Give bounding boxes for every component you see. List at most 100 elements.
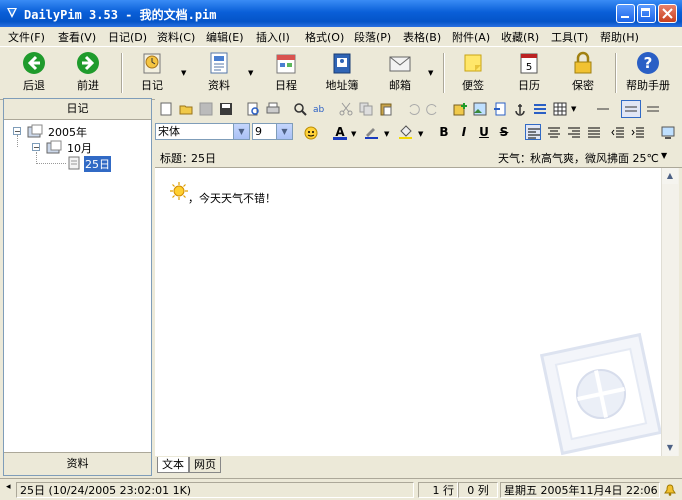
align-center-icon[interactable]: [547, 126, 561, 140]
align-justify-icon[interactable]: [587, 126, 601, 140]
status-prev-icon[interactable]: ◂: [6, 482, 11, 492]
address-book-icon: [333, 53, 351, 74]
tree-day-node[interactable]: 25日: [84, 156, 111, 172]
scroll-down-icon[interactable]: ▼: [662, 440, 678, 456]
weather-dropdown-icon[interactable]: ▼: [661, 151, 667, 160]
save-disabled-icon[interactable]: [199, 102, 213, 116]
line-thin-icon[interactable]: [596, 102, 610, 116]
highlight-dropdown-icon[interactable]: ▼: [384, 130, 389, 138]
menu-file[interactable]: 文件(F): [8, 29, 45, 45]
highlight-pen-icon[interactable]: [364, 125, 378, 139]
menu-edit[interactable]: 编辑(E): [206, 29, 244, 45]
redo-icon[interactable]: [426, 102, 440, 116]
line-thick-icon[interactable]: [646, 102, 660, 116]
italic-button[interactable]: I: [456, 124, 472, 140]
menu-insert[interactable]: 插入(I): [256, 29, 290, 45]
indent-increase-icon[interactable]: [631, 126, 645, 140]
diary-button[interactable]: 日记: [134, 51, 170, 95]
folder-calendar-icon: [46, 140, 62, 154]
tree-collapse-icon[interactable]: −: [13, 127, 21, 136]
menu-view[interactable]: 查看(V): [58, 29, 96, 45]
help-question-icon: ?: [637, 52, 659, 74]
diary-editor[interactable]: ，今天天气不错！: [155, 168, 661, 456]
printer-icon[interactable]: [266, 102, 280, 116]
maximize-button[interactable]: [637, 4, 656, 23]
info-button[interactable]: 资料: [201, 51, 237, 95]
insert-diary-icon[interactable]: [453, 102, 467, 116]
diary-panel-header[interactable]: 日记: [4, 99, 151, 120]
menu-favorites[interactable]: 收藏(R): [501, 29, 539, 45]
fill-bucket-icon[interactable]: [398, 125, 412, 139]
insert-table-icon[interactable]: [553, 102, 567, 116]
print-preview-icon[interactable]: [246, 102, 260, 116]
smiley-icon[interactable]: [304, 126, 318, 140]
menu-paragraph[interactable]: 段落(P): [354, 29, 391, 45]
open-folder-icon[interactable]: [179, 102, 193, 116]
tab-text[interactable]: 文本: [157, 457, 189, 473]
calendar-label: 日历: [518, 79, 540, 92]
tree-month-node[interactable]: 10月: [67, 140, 92, 156]
bold-button[interactable]: B: [436, 124, 452, 140]
insert-list-icon[interactable]: [533, 102, 547, 116]
tree-year-node[interactable]: 2005年: [48, 124, 87, 140]
info-panel-tab[interactable]: 资料: [4, 452, 151, 475]
monitor-icon[interactable]: [661, 126, 675, 140]
find-icon[interactable]: [293, 102, 307, 116]
navigation-panel: 日记 − 2005年 − 10月 25日 资料: [3, 98, 152, 476]
status-bar: ◂ 25日 (10/24/2005 23:02:01 1K) 1 行 0 列 星…: [0, 478, 682, 500]
replace-icon[interactable]: ab: [313, 102, 327, 116]
minimize-button[interactable]: [616, 4, 635, 23]
font-select[interactable]: 宋体 ▼: [155, 123, 250, 140]
vertical-scrollbar[interactable]: ▲ ▼: [661, 168, 679, 456]
tree-collapse-icon[interactable]: −: [32, 143, 40, 152]
address-book-button[interactable]: 地址簿: [321, 51, 363, 95]
title-bar[interactable]: DailyPim 3.53 - 我的文档.pim: [0, 0, 682, 27]
new-document-icon[interactable]: [159, 102, 173, 116]
align-left-button[interactable]: [525, 124, 541, 140]
calendar-icon: 5: [520, 53, 538, 74]
close-button[interactable]: [658, 4, 677, 23]
menu-table[interactable]: 表格(B): [403, 29, 441, 45]
paste-icon[interactable]: [379, 102, 393, 116]
mailbox-button[interactable]: 邮箱: [382, 51, 418, 95]
indent-decrease-icon[interactable]: [611, 126, 625, 140]
diary-dropdown-icon[interactable]: ▼: [181, 69, 186, 77]
back-button[interactable]: 后退: [14, 51, 54, 95]
title-value[interactable]: 25日: [191, 150, 216, 166]
table-dropdown-icon[interactable]: ▼: [571, 105, 576, 113]
menu-info[interactable]: 资料(C): [157, 29, 195, 45]
scroll-up-icon[interactable]: ▲: [662, 168, 678, 184]
menu-diary[interactable]: 日记(D): [108, 29, 147, 45]
menu-tools[interactable]: 工具(T): [551, 29, 588, 45]
forward-button[interactable]: 前进: [68, 51, 108, 95]
weather-value[interactable]: 秋高气爽，微风拂面 25℃: [530, 150, 659, 166]
calendar-button[interactable]: 5 日历: [511, 51, 547, 95]
strikethrough-button[interactable]: S: [496, 124, 512, 140]
notification-bell-icon[interactable]: [664, 484, 676, 496]
align-right-icon[interactable]: [567, 126, 581, 140]
undo-icon[interactable]: [406, 102, 420, 116]
insert-image-icon[interactable]: [473, 102, 487, 116]
schedule-button[interactable]: 日程: [268, 51, 304, 95]
diary-page-icon: [68, 156, 80, 170]
font-color-dropdown-icon[interactable]: ▼: [351, 130, 356, 138]
mailbox-dropdown-icon[interactable]: ▼: [428, 69, 433, 77]
line-double-selected[interactable]: [621, 100, 641, 118]
info-dropdown-icon[interactable]: ▼: [248, 69, 253, 77]
menu-attachment[interactable]: 附件(A): [452, 29, 490, 45]
menu-format[interactable]: 格式(O): [305, 29, 344, 45]
underline-button[interactable]: U: [476, 124, 492, 140]
save-all-icon[interactable]: [219, 102, 233, 116]
anchor-icon[interactable]: [513, 102, 527, 116]
sticky-note-button[interactable]: 便签: [455, 51, 491, 95]
tab-webpage[interactable]: 网页: [189, 457, 221, 473]
font-size-select[interactable]: 9 ▼: [252, 123, 293, 140]
cut-icon[interactable]: [339, 102, 353, 116]
insert-file-icon[interactable]: [493, 102, 507, 116]
help-manual-button[interactable]: ? 帮助手册: [622, 51, 674, 95]
copy-icon[interactable]: [359, 102, 373, 116]
fill-dropdown-icon[interactable]: ▼: [418, 130, 423, 138]
menu-help[interactable]: 帮助(H): [600, 29, 639, 45]
lock-button[interactable]: 保密: [565, 51, 601, 95]
font-color-button[interactable]: A: [332, 124, 348, 140]
